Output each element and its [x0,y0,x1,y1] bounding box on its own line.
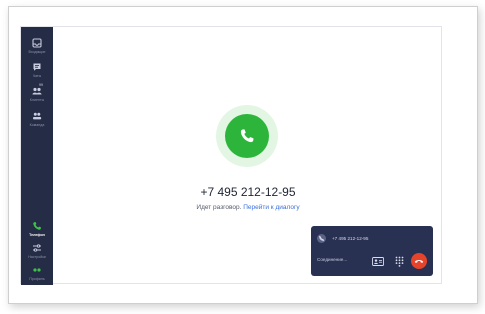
sidebar-item-label: Чаты [32,74,42,78]
sidebar-item-profile[interactable]: Профиль [21,264,53,286]
mini-call-number: +7 495 212-12-95 [332,236,369,241]
mini-call-widget: +7 495 212-12-95 Соединение... [311,226,433,276]
sidebar-item-label: Команда [29,123,45,127]
contact-card-icon [372,256,384,266]
mini-call-status: Соединение... [317,257,348,262]
phone-icon [240,129,254,143]
sidebar-item-label: Входящие [28,50,46,54]
sidebar-item-label: Клиенты [29,98,45,102]
clients-badge: 99 [39,83,43,87]
sidebar-item-label: Профиль [29,277,45,281]
hangup-button[interactable] [411,253,427,269]
sidebar-item-phone[interactable]: Телефон [21,220,53,242]
phone-icon [33,222,41,230]
sidebar-item-label: Телефон [29,233,45,237]
go-to-dialog-link[interactable]: Перейти к диалогу [243,204,299,211]
active-call-indicator [225,114,269,158]
phone-slash-icon [318,235,325,242]
sidebar-item-team[interactable]: Команда [21,110,53,132]
call-status-text: Идет разговор. [196,204,242,211]
call-phone-number: +7 495 212-12-95 [200,185,296,199]
dialpad-button[interactable] [393,256,405,267]
team-icon [33,112,42,120]
sidebar-item-settings[interactable]: Настройки [21,242,53,264]
call-muted-icon[interactable] [317,234,326,243]
sidebar-item-clients[interactable]: 99 Клиенты [21,83,53,107]
hangup-icon [414,259,424,263]
sidebar-item-label: Настройки [28,255,46,259]
contact-card-button[interactable] [372,256,384,266]
sidebar-item-inbox[interactable]: Входящие [21,37,53,59]
call-status-line: Идет разговор. Перейти к диалогу [53,204,443,211]
settings-icon [33,244,41,252]
inbox-icon [32,38,42,48]
sidebar: Входящие Чаты 99 Клиенты Команда Телефон… [21,27,53,285]
dialpad-icon [395,256,403,267]
chat-icon [33,63,41,71]
profile-icon [33,268,41,272]
sidebar-item-chats[interactable]: Чаты [21,61,53,83]
